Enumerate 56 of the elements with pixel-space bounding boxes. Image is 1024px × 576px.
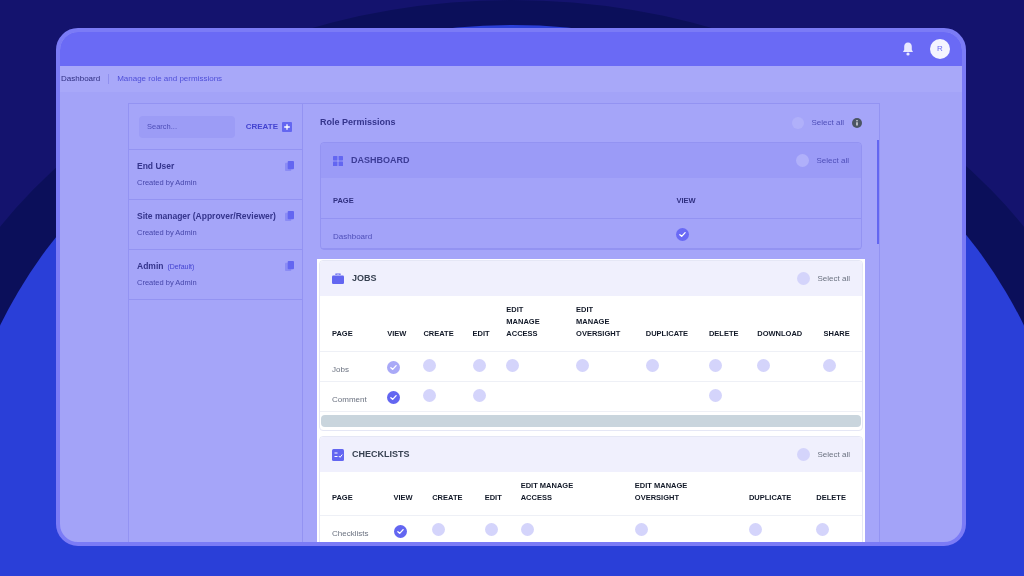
breadcrumb-link[interactable]: Manage role and permissions [117, 73, 223, 85]
copy-icon[interactable] [285, 211, 294, 221]
avatar[interactable]: R [930, 39, 950, 59]
page-name: Checklists [332, 528, 369, 538]
grid-icon [333, 155, 343, 166]
checkbox[interactable] [823, 358, 837, 372]
checkbox[interactable] [708, 388, 722, 402]
check-icon [389, 392, 399, 402]
select-all-label: Select all [816, 154, 849, 167]
select-all-label: Select all [817, 272, 850, 285]
check-icon [678, 229, 688, 239]
horizontal-scrollbar[interactable] [321, 415, 861, 427]
check-icon [395, 526, 405, 536]
checkbox[interactable] [676, 227, 690, 241]
checkbox[interactable] [393, 524, 407, 538]
section-title: JOBS [352, 271, 377, 285]
checkbox[interactable] [432, 522, 446, 536]
radio[interactable] [796, 272, 810, 285]
checkbox[interactable] [387, 390, 401, 404]
checkbox[interactable] [520, 522, 534, 536]
briefcase-icon [332, 273, 344, 284]
select-all-label: Select all [817, 448, 850, 461]
checkbox[interactable] [423, 388, 437, 402]
checkbox[interactable] [816, 522, 830, 536]
page-name: Dashboard [333, 231, 373, 241]
breadcrumb-link[interactable]: Dashboard [61, 73, 101, 85]
section-title: DASHBOARD [351, 153, 410, 167]
select-all-label: Select all [811, 117, 844, 129]
role-name: Site manager (Approver/Reviewer) [137, 210, 276, 223]
checkbox[interactable] [757, 358, 771, 372]
copy-icon[interactable] [285, 261, 294, 271]
panel-title: Role Permissions [320, 116, 396, 130]
create-button[interactable]: CREATE [245, 120, 292, 133]
page-name: Jobs [332, 364, 349, 374]
checkbox[interactable] [576, 358, 590, 372]
checkbox[interactable] [634, 522, 648, 536]
role-name: Admin [137, 260, 164, 273]
vertical-scrollbar[interactable] [877, 140, 879, 244]
checkbox[interactable] [506, 358, 520, 372]
plus-icon [282, 121, 292, 132]
checklist-icon [332, 448, 344, 461]
checkbox[interactable] [423, 358, 437, 372]
checkbox[interactable] [484, 522, 498, 536]
check-icon [389, 362, 399, 372]
info-icon[interactable] [852, 118, 862, 128]
copy-icon[interactable] [285, 161, 294, 171]
checkbox[interactable] [645, 358, 659, 372]
checkbox[interactable] [708, 358, 722, 372]
checkbox[interactable] [748, 522, 762, 536]
bell-icon[interactable] [902, 42, 914, 56]
checkbox[interactable] [472, 388, 486, 402]
role-name: End User [137, 160, 175, 173]
page-name: Comment [332, 394, 367, 404]
section-title: CHECKLISTS [352, 447, 410, 461]
checkbox[interactable] [472, 358, 486, 372]
radio[interactable] [796, 448, 810, 461]
